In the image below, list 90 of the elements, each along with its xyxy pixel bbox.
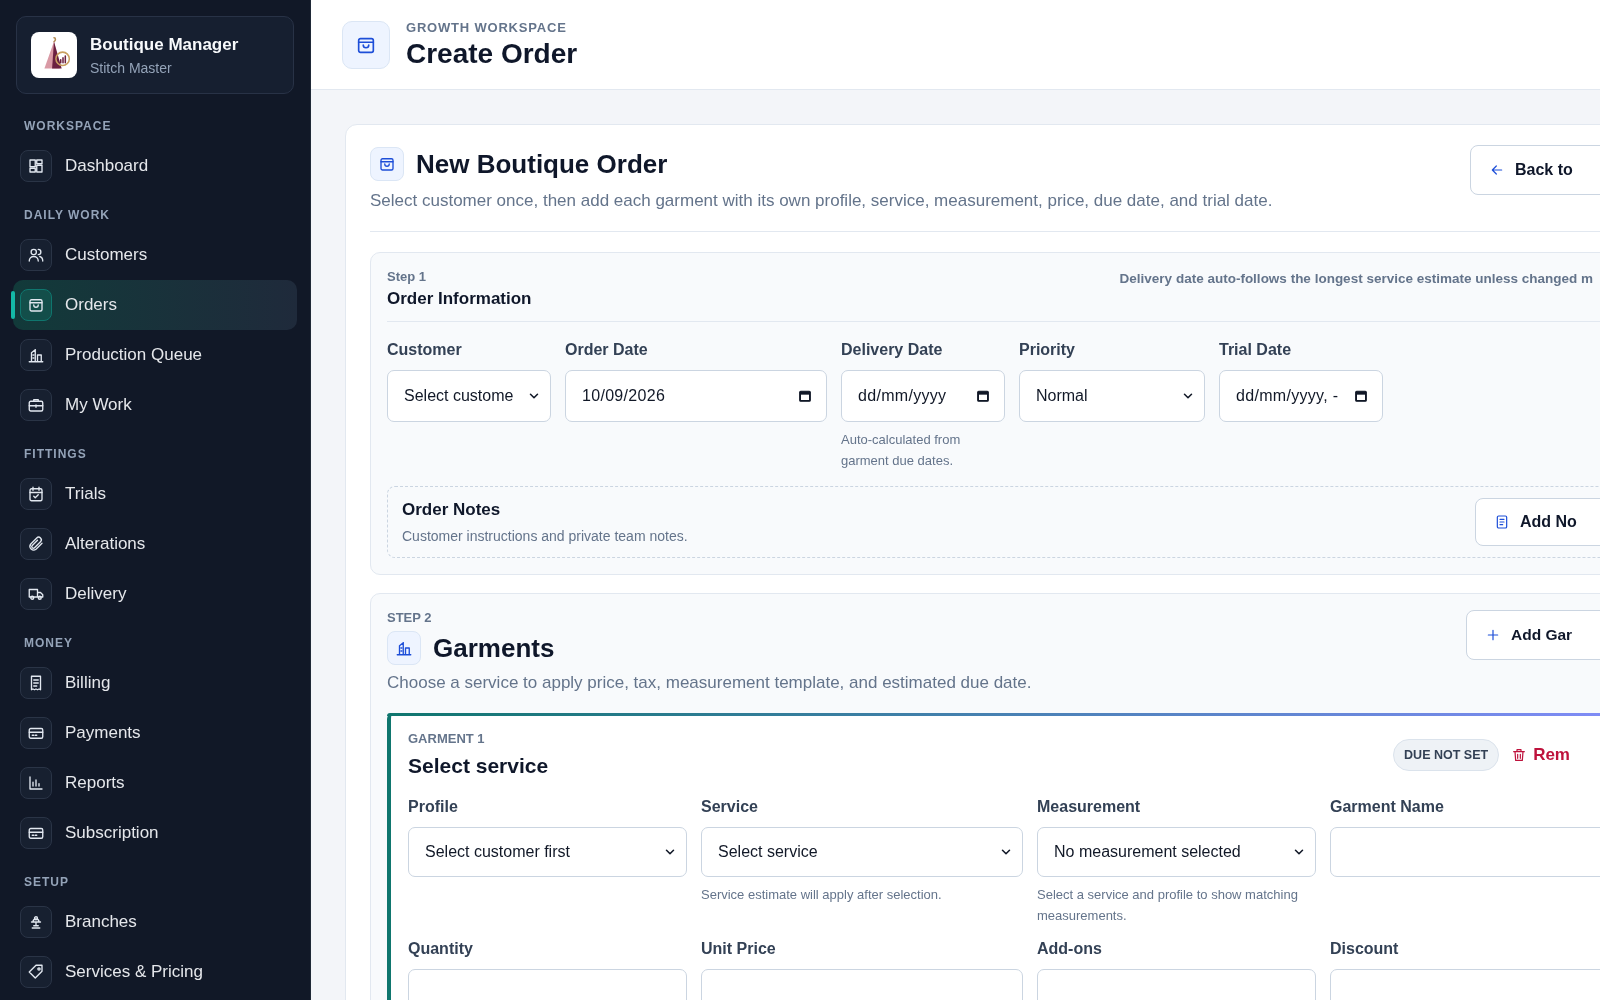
panel-note: Delivery date auto-follows the longest service estimate unless changed m	[1119, 271, 1593, 288]
field-label: Add-ons	[1037, 940, 1103, 958]
add-notes-button[interactable]: Add No	[1475, 498, 1600, 546]
step-label: STEP 2	[387, 610, 433, 625]
nav-item[interactable]: Customers	[13, 230, 297, 280]
field-label: Profile	[408, 798, 459, 816]
building-icon	[20, 339, 52, 371]
garment-label: GARMENT 1	[408, 731, 486, 746]
garment-title: Select service	[408, 754, 549, 778]
nav-item[interactable]: Services & Pricing	[13, 947, 297, 997]
panel-title: Order Information	[387, 289, 532, 309]
paperclip-icon	[20, 528, 52, 560]
notes-subtitle: Customer instructions and private team notes.	[402, 528, 688, 544]
section-label: FITTINGS	[23, 446, 88, 463]
plus-icon	[1485, 627, 1501, 643]
nav-item[interactable]: Dashboard	[13, 141, 297, 191]
briefcase-icon	[20, 389, 52, 421]
field-label: Unit Price	[701, 940, 777, 958]
grid-icon	[20, 150, 52, 182]
calendar-icon	[975, 388, 991, 404]
page-eyebrow: GROWTH WORKSPACE	[406, 19, 568, 35]
field-label: Order Date	[565, 341, 649, 359]
calendar-icon	[1353, 388, 1369, 404]
field-label: Quantity	[408, 940, 474, 958]
back-button[interactable]: Back to	[1470, 145, 1600, 195]
tag-icon	[20, 956, 52, 988]
nav-item[interactable]: Trials	[13, 469, 297, 519]
nav-item[interactable]: Alterations	[13, 519, 297, 569]
section-label: MONEY	[23, 635, 74, 652]
page-title: Create Order	[406, 37, 578, 70]
truck-icon	[20, 578, 52, 610]
dress-logo	[31, 32, 77, 78]
bag-icon	[342, 20, 390, 69]
text-field[interactable]	[1330, 827, 1600, 877]
nav-item[interactable]: Payments	[13, 708, 297, 758]
select-field[interactable]: Select custome	[387, 370, 551, 422]
select-field[interactable]: Select customer first	[408, 827, 687, 877]
field-label: Delivery Date	[841, 341, 944, 359]
bag-icon	[20, 289, 52, 321]
section-label: SETUP	[23, 874, 70, 891]
stand-icon	[20, 906, 52, 938]
app-subtitle: Stitch Master	[90, 59, 173, 76]
field-label: Priority	[1019, 341, 1076, 359]
card-icon	[20, 717, 52, 749]
status-badge: DUE NOT SET	[1393, 739, 1500, 771]
field-label: Discount	[1330, 940, 1400, 958]
nav-item[interactable]: Delivery	[13, 569, 297, 619]
date-field[interactable]: 10/09/2026	[565, 370, 827, 422]
nav-item[interactable]: Branches	[13, 897, 297, 947]
receipt-icon	[20, 667, 52, 699]
section-label: WORKSPACE	[23, 118, 113, 135]
panel-title: Garments	[433, 632, 555, 664]
nav-item[interactable]: Subscription	[13, 808, 297, 858]
note-icon	[1494, 514, 1510, 530]
field-label: Customer	[387, 341, 463, 359]
field-hint: Select a service and profile to show matching measurements.	[1037, 886, 1299, 925]
add-garment-button[interactable]: Add Gar	[1466, 610, 1600, 660]
nav-item[interactable]: Billing	[13, 658, 297, 708]
field-hint: Service estimate will apply after selection.	[701, 886, 943, 904]
field-label: Garment Name	[1330, 798, 1445, 816]
arrow-left-icon	[1489, 162, 1505, 178]
section-label: DAILY WORK	[23, 207, 111, 224]
select-field[interactable]: No measurement selected	[1037, 827, 1316, 877]
nav-item[interactable]: My Work	[13, 380, 297, 430]
step-label: Step 1	[387, 269, 427, 284]
people-icon	[20, 239, 52, 271]
field-label: Measurement	[1037, 798, 1142, 816]
building-icon	[387, 631, 421, 665]
field-label: Trial Date	[1219, 341, 1293, 359]
calendar-check-icon	[20, 478, 52, 510]
nav-item[interactable]: Orders	[13, 280, 297, 330]
nav-item[interactable]: Production Queue	[13, 330, 297, 380]
panel-subtitle: Choose a service to apply price, tax, measurement template, and estimated due date.	[387, 673, 1032, 693]
remove-button[interactable]: Rem	[1511, 745, 1570, 765]
calendar-icon	[797, 388, 813, 404]
card-subtitle: Select customer once, then add each garment with its own profile, service, measurement, price, due date, and trial date.	[370, 191, 1273, 211]
card-title: New Boutique Order	[416, 148, 668, 180]
date-field[interactable]: dd/mm/yyyy, -	[1219, 370, 1383, 422]
select-field[interactable]: Select service	[701, 827, 1023, 877]
field-hint: Auto-calculated from garment due dates.	[841, 431, 962, 470]
nav-item[interactable]: Reports	[13, 758, 297, 808]
field-label: Service	[701, 798, 759, 816]
app-name: Boutique Manager	[90, 34, 239, 55]
select-field[interactable]: Normal	[1019, 370, 1205, 422]
notes-title: Order Notes	[402, 500, 502, 520]
bar-chart-icon	[20, 767, 52, 799]
bag-icon	[370, 147, 404, 181]
date-field[interactable]: dd/mm/yyyy	[841, 370, 1005, 422]
trash-icon	[1511, 747, 1528, 763]
card-icon	[20, 817, 52, 849]
